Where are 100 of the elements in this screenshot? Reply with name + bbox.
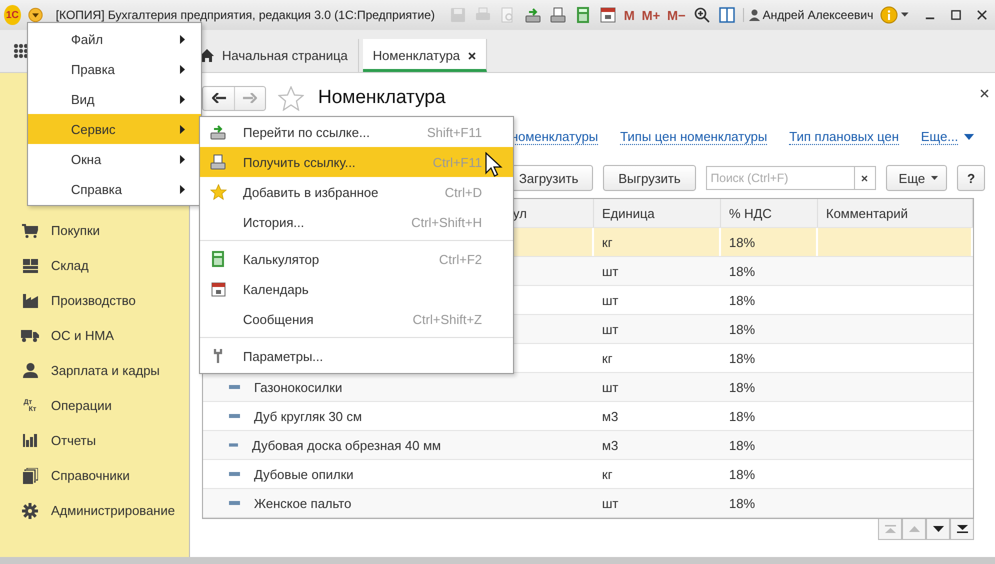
table-cell: шт — [602, 322, 618, 336]
item-icon — [229, 472, 240, 476]
column-header[interactable]: % НДС — [721, 199, 818, 227]
menu-item[interactable]: Получить ссылку... Ctrl+F11 — [200, 147, 513, 177]
menu-item[interactable]: Сервис — [28, 114, 201, 144]
mouse-pointer-icon — [485, 152, 503, 178]
caret-icon[interactable] — [964, 134, 974, 140]
table-cell: Дубовая доска обрезная 40 мм — [252, 438, 441, 452]
submenu-arrow-icon — [180, 64, 185, 74]
caret-icon[interactable] — [901, 12, 909, 18]
table-cell: Газонокосилки — [254, 380, 342, 394]
table-row[interactable]: Газонокосилки шт 18% — [203, 373, 973, 402]
sidebar-item[interactable]: Зарплата и кадры — [0, 353, 189, 388]
table-cell: 18% — [729, 322, 756, 336]
column-header[interactable]: Комментарий — [818, 199, 973, 227]
gear-icon — [22, 502, 38, 518]
sidebar-item[interactable]: Производство — [0, 283, 189, 318]
toolbar-button[interactable]: Выгрузить — [603, 165, 696, 191]
memory-button[interactable]: M — [624, 8, 635, 22]
sidebar-item[interactable]: Справочники — [0, 458, 189, 493]
triangle-down-icon — [932, 526, 944, 532]
clear-button[interactable] — [854, 166, 876, 190]
item-icon — [229, 501, 240, 505]
item-icon — [229, 443, 238, 447]
menu-item[interactable]: Справка — [28, 174, 201, 204]
close-icon[interactable] — [976, 9, 987, 21]
caret-icon — [931, 176, 938, 180]
sidebar-item[interactable]: Администрирование — [0, 493, 189, 528]
item-icon — [229, 385, 240, 389]
user-name[interactable]: Андрей Алексеевич — [762, 8, 874, 22]
calendar-icon[interactable] — [598, 6, 617, 24]
calculator-icon — [211, 251, 225, 267]
link[interactable]: Тип плановых цен — [789, 129, 899, 145]
star-icon[interactable] — [278, 86, 304, 110]
more-button[interactable]: Еще — [886, 165, 948, 191]
submenu-arrow-icon — [180, 34, 185, 44]
arrow-right-icon — [243, 93, 257, 103]
table-row[interactable]: Женское пальто шт 18% — [203, 489, 973, 518]
table-cell: 18% — [729, 264, 756, 278]
table-cell: шт — [602, 292, 618, 308]
table-cell: м3 — [602, 438, 618, 452]
page-down-button[interactable] — [926, 519, 950, 540]
table-cell: кг — [602, 234, 612, 250]
home-icon — [200, 49, 214, 62]
table-cell: 18% — [729, 466, 756, 482]
page-title: Номенклатура — [318, 87, 446, 109]
star-icon — [210, 184, 226, 200]
triangle-up-icon — [908, 526, 920, 532]
bar-chart-icon — [23, 434, 37, 447]
memory-button[interactable]: M+ — [642, 8, 660, 22]
column-header[interactable]: Единица — [594, 199, 721, 227]
sidebar-item[interactable]: Отчеты — [0, 423, 189, 458]
grid-icon — [22, 258, 38, 272]
clear-icon — [861, 174, 868, 182]
sidebar-item[interactable]: Склад — [0, 248, 189, 283]
apps-grid-icon[interactable] — [13, 43, 29, 59]
link-import-icon[interactable] — [524, 6, 542, 24]
arrow-left-icon — [212, 93, 226, 103]
zoom-icon[interactable] — [692, 6, 711, 24]
truck-icon — [21, 329, 39, 342]
table-cell: кг — [602, 350, 612, 366]
table-row[interactable]: Дубовая доска обрезная 40 мм м3 18% — [203, 431, 973, 460]
menu-item[interactable]: Перейти по ссылке... Shift+F11 — [200, 117, 513, 147]
menu-dropdown-button[interactable] — [28, 6, 43, 24]
table-cell: Дубовые опилки — [254, 466, 354, 482]
first-icon — [884, 525, 896, 533]
table-cell: 18% — [729, 496, 756, 510]
menu-item[interactable]: Окна — [28, 144, 201, 174]
table-cell: 18% — [729, 234, 756, 250]
wrench-icon — [212, 348, 224, 364]
table-cell: шт — [602, 496, 618, 510]
sidebar-item[interactable]: Покупки — [0, 213, 189, 248]
item-icon — [229, 414, 240, 418]
sidebar-item[interactable]: ОС и НМА — [0, 318, 189, 353]
window-title: [КОПИЯ] Бухгалтерия предприятия, редакция 3.0 (1С:Предприятие) — [56, 8, 435, 22]
panel-icon[interactable] — [718, 6, 736, 24]
table-cell: 18% — [729, 408, 756, 424]
help-button[interactable]: ? — [957, 165, 986, 191]
person-icon — [22, 363, 38, 378]
table-cell: 18% — [729, 350, 756, 366]
menu-item[interactable]: Параметры... — [200, 341, 513, 371]
close-icon[interactable] — [468, 52, 476, 60]
table-cell: м3 — [602, 408, 618, 424]
link-import-icon — [209, 124, 227, 140]
close-icon[interactable] — [980, 88, 990, 98]
last-button[interactable] — [950, 519, 974, 540]
maximize-icon[interactable] — [950, 9, 961, 21]
user-icon — [748, 9, 760, 21]
last-icon — [956, 525, 968, 533]
link[interactable]: Еще... — [920, 129, 958, 145]
table-cell: Дуб кругляк 30 см — [254, 408, 362, 424]
books-icon — [22, 468, 38, 484]
link[interactable]: Типы цен номенклатуры — [620, 129, 768, 145]
search-field[interactable]: Поиск (Ctrl+F) — [706, 166, 854, 190]
memory-button[interactable]: M− — [667, 8, 686, 22]
calendar-icon — [210, 282, 226, 296]
tab[interactable]: Номенклатура — [362, 39, 488, 72]
menu-item[interactable]: Вид — [28, 84, 201, 114]
submenu-arrow-icon — [180, 154, 185, 164]
table-cell: 18% — [729, 292, 756, 308]
